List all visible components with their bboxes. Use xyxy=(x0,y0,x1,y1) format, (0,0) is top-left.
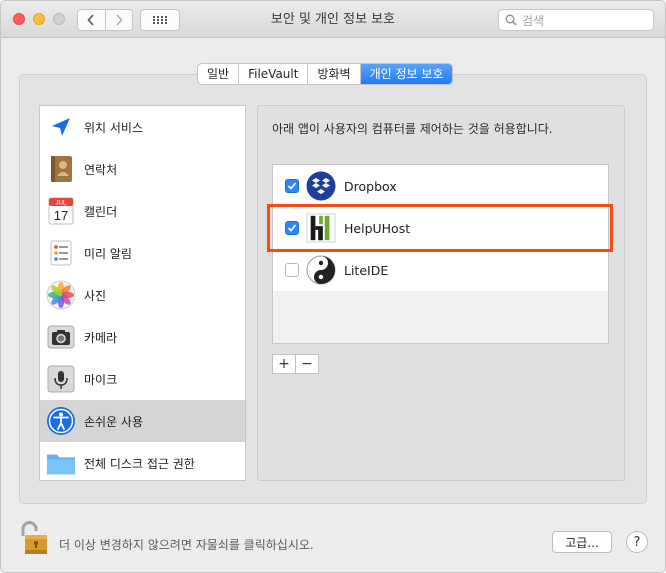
app-name: LiteIDE xyxy=(344,262,389,278)
advanced-button[interactable]: 고급... xyxy=(552,531,612,553)
calendar-icon: JUL 17 xyxy=(46,196,76,226)
padlock-open-icon xyxy=(21,521,47,554)
sidebar-item-full-disk-access[interactable]: 전체 디스크 접근 권한 xyxy=(40,442,245,480)
back-button[interactable] xyxy=(78,10,105,30)
app-name: Dropbox xyxy=(344,178,397,194)
add-remove-buttons: + − xyxy=(272,354,319,374)
calendar-month: JUL xyxy=(56,201,67,207)
show-all-button[interactable] xyxy=(140,9,180,31)
dropbox-icon xyxy=(306,171,336,201)
title-bar: 보안 및 개인 정보 보호 검색 xyxy=(1,1,665,38)
grid-icon xyxy=(153,16,167,24)
lock-button[interactable] xyxy=(19,520,51,556)
dropbox-checkbox[interactable] xyxy=(285,179,299,193)
forward-button[interactable] xyxy=(104,10,133,30)
close-window-button[interactable] xyxy=(13,13,25,25)
reminders-icon xyxy=(46,238,76,268)
photos-icon xyxy=(46,280,76,310)
calendar-day: 17 xyxy=(54,208,68,223)
search-icon xyxy=(505,14,517,26)
checkmark-icon xyxy=(287,224,297,232)
checkmark-icon xyxy=(287,182,297,190)
tab-filevault[interactable]: FileVault xyxy=(238,64,307,84)
sidebar-item-label: 미리 알림 xyxy=(84,246,132,261)
preferences-window: 보안 및 개인 정보 보호 검색 일반 FileVault 방화벽 개인 정보 … xyxy=(0,0,666,573)
helpuhost-checkbox[interactable] xyxy=(285,221,299,235)
app-name: HelpUHost xyxy=(344,220,411,236)
sidebar-item-location-services[interactable]: 위치 서비스 xyxy=(40,106,245,148)
navigation-buttons xyxy=(77,9,133,31)
remove-app-button[interactable]: − xyxy=(295,355,318,373)
camera-icon xyxy=(46,322,76,352)
sidebar-item-camera[interactable]: 카메라 xyxy=(40,316,245,358)
app-row-liteide[interactable]: LiteIDE xyxy=(273,249,608,291)
lock-message: 더 이상 변경하지 않으려면 자물쇠를 클릭하십시오. xyxy=(59,538,314,552)
sidebar-item-label: 카메라 xyxy=(84,330,118,345)
contacts-book-icon xyxy=(46,154,76,184)
helpuhost-icon xyxy=(306,213,336,243)
app-row-dropbox[interactable]: Dropbox xyxy=(273,165,608,207)
privacy-category-list[interactable]: 위치 서비스 연락처 JUL 17 캘린더 미리 알림 사진 카메라 마이크 손… xyxy=(39,105,246,481)
liteide-checkbox[interactable] xyxy=(285,263,299,277)
sidebar-item-microphone[interactable]: 마이크 xyxy=(40,358,245,400)
sidebar-item-label: 위치 서비스 xyxy=(84,120,144,135)
search-input[interactable]: 검색 xyxy=(498,9,654,31)
sidebar-item-accessibility[interactable]: 손쉬운 사용 xyxy=(40,400,245,442)
location-arrow-icon xyxy=(46,112,76,142)
sidebar-item-calendar[interactable]: JUL 17 캘린더 xyxy=(40,190,245,232)
app-row-helpuhost[interactable]: HelpUHost xyxy=(273,207,608,249)
liteide-icon xyxy=(306,255,336,285)
sidebar-item-photos[interactable]: 사진 xyxy=(40,274,245,316)
sidebar-item-label: 캘린더 xyxy=(84,204,118,219)
folder-icon xyxy=(46,448,76,478)
microphone-icon xyxy=(46,364,76,394)
chevron-left-icon xyxy=(87,14,94,26)
list-empty-area xyxy=(273,291,608,343)
tab-firewall[interactable]: 방화벽 xyxy=(307,64,359,84)
accessibility-icon xyxy=(46,406,76,436)
search-placeholder: 검색 xyxy=(522,13,545,28)
tab-general[interactable]: 일반 xyxy=(198,64,238,84)
tab-bar: 일반 FileVault 방화벽 개인 정보 보호 xyxy=(197,63,454,85)
panel-description: 아래 앱이 사용자의 컴퓨터를 제어하는 것을 허용합니다. xyxy=(272,122,553,136)
sidebar-item-label: 연락처 xyxy=(84,162,118,177)
tab-privacy[interactable]: 개인 정보 보호 xyxy=(359,64,453,84)
help-button[interactable]: ? xyxy=(626,531,648,553)
sidebar-item-contacts[interactable]: 연락처 xyxy=(40,148,245,190)
zoom-window-button[interactable] xyxy=(53,13,65,25)
minimize-window-button[interactable] xyxy=(33,13,45,25)
sidebar-item-label: 사진 xyxy=(84,288,107,303)
sidebar-item-label: 마이크 xyxy=(84,372,118,387)
sidebar-item-reminders[interactable]: 미리 알림 xyxy=(40,232,245,274)
sidebar-item-label: 전체 디스크 접근 권한 xyxy=(84,456,195,471)
add-app-button[interactable]: + xyxy=(273,355,295,373)
chevron-right-icon xyxy=(116,14,123,26)
sidebar-item-label: 손쉬운 사용 xyxy=(84,414,144,429)
app-list[interactable]: Dropbox HelpUHost LiteIDE xyxy=(272,164,609,344)
